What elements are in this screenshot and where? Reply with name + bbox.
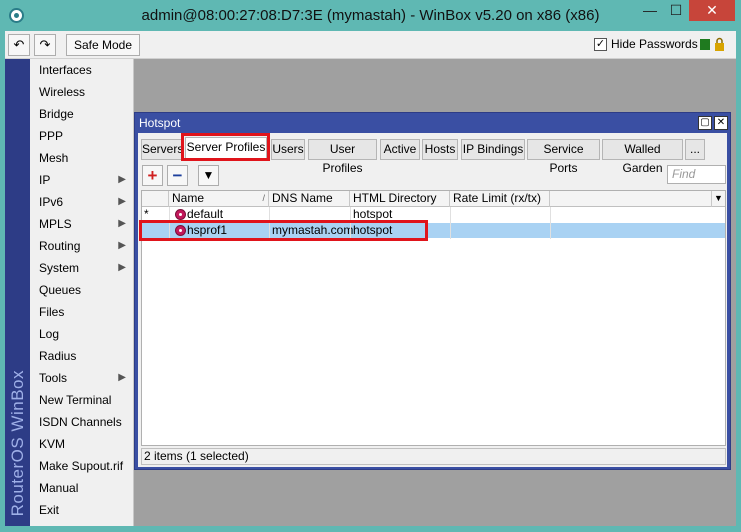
- menu-item-bridge[interactable]: Bridge: [30, 103, 133, 125]
- submenu-arrow-icon: ▶: [118, 262, 126, 273]
- redo-button[interactable]: ↷: [34, 34, 56, 56]
- sort-icon: /: [262, 193, 265, 203]
- column-header-name[interactable]: Name /: [169, 191, 269, 207]
- menu-item-mesh[interactable]: Mesh: [30, 147, 133, 169]
- submenu-arrow-icon: ▶: [118, 196, 126, 207]
- tab-service-ports[interactable]: Service Ports: [527, 139, 600, 175]
- main-menu: Interfaces Wireless Bridge PPP Mesh IP ▶ …: [30, 59, 134, 526]
- tab-highlight-box: [181, 133, 270, 161]
- title-bar: admin@08:00:27:08:D7:3E (mymastah) - Win…: [0, 0, 741, 31]
- menu-item-tools[interactable]: Tools ▶: [30, 367, 133, 389]
- column-header-dns-name[interactable]: DNS Name: [269, 191, 350, 207]
- hotspot-body: Servers Server Profiles Users User Profi…: [138, 133, 727, 467]
- tab-user-profiles[interactable]: User Profiles: [308, 139, 377, 175]
- remove-button[interactable]: −: [167, 165, 188, 186]
- safe-mode-button[interactable]: Safe Mode: [66, 34, 140, 56]
- action-bar: + − ▼: [141, 165, 726, 187]
- column-header-spacer: [550, 191, 712, 207]
- column-divider: [550, 207, 551, 239]
- menu-item-exit[interactable]: Exit: [30, 499, 133, 521]
- hide-passwords-checkbox[interactable]: ✓: [594, 38, 607, 52]
- menu-item-isdn-channels[interactable]: ISDN Channels: [30, 411, 133, 433]
- table-header: Name / DNS Name HTML Directory Rate Limit…: [142, 191, 725, 207]
- menu-item-routing[interactable]: Routing ▶: [30, 235, 133, 257]
- menu-item-manual[interactable]: Manual: [30, 477, 133, 499]
- menu-item-ip[interactable]: IP ▶: [30, 169, 133, 191]
- tab-ip-bindings[interactable]: IP Bindings: [461, 139, 525, 160]
- tab-servers[interactable]: Servers: [141, 139, 183, 160]
- column-divider: [450, 207, 451, 239]
- hotspot-close-button[interactable]: ✕: [714, 116, 728, 130]
- column-header-rate-limit[interactable]: Rate Limit (rx/tx): [450, 191, 550, 207]
- tab-hosts[interactable]: Hosts: [422, 139, 458, 160]
- row-highlight-box: [139, 220, 428, 241]
- menu-item-log[interactable]: Log: [30, 323, 133, 345]
- menu-item-interfaces[interactable]: Interfaces: [30, 59, 133, 81]
- filter-icon[interactable]: ▼: [198, 165, 219, 186]
- menu-item-files[interactable]: Files: [30, 301, 133, 323]
- brand-text: RouterOS WinBox: [8, 369, 27, 516]
- submenu-arrow-icon: ▶: [118, 174, 126, 185]
- menu-item-kvm[interactable]: KVM: [30, 433, 133, 455]
- submenu-arrow-icon: ▶: [118, 372, 126, 383]
- menu-item-radius[interactable]: Radius: [30, 345, 133, 367]
- minimize-button[interactable]: —: [637, 0, 663, 21]
- tab-more[interactable]: ...: [685, 139, 705, 160]
- menu-item-mpls[interactable]: MPLS ▶: [30, 213, 133, 235]
- submenu-arrow-icon: ▶: [118, 240, 126, 251]
- lock-icon: [715, 37, 724, 51]
- restore-button[interactable]: ▢: [698, 116, 712, 130]
- menu-item-make-supout[interactable]: Make Supout.rif: [30, 455, 133, 477]
- menu-item-ppp[interactable]: PPP: [30, 125, 133, 147]
- find-input[interactable]: Find: [667, 165, 726, 184]
- close-button[interactable]: ✕: [689, 0, 735, 21]
- status-bar: 2 items (1 selected): [141, 448, 726, 465]
- tab-active[interactable]: Active: [380, 139, 420, 160]
- connection-status-icon: [700, 39, 710, 50]
- hide-passwords-toggle[interactable]: ✓ Hide Passwords: [594, 37, 698, 52]
- undo-button[interactable]: ↶: [8, 34, 30, 56]
- menu-item-new-terminal[interactable]: New Terminal: [30, 389, 133, 411]
- hide-passwords-label: Hide Passwords: [611, 37, 698, 51]
- menu-item-wireless[interactable]: Wireless: [30, 81, 133, 103]
- column-header-html-directory[interactable]: HTML Directory: [350, 191, 450, 207]
- column-menu-icon[interactable]: ▼: [712, 191, 725, 207]
- hotspot-window: Hotspot ▢ ✕ Servers Server Profiles User…: [134, 112, 731, 470]
- menu-item-ipv6[interactable]: IPv6 ▶: [30, 191, 133, 213]
- add-button[interactable]: +: [142, 165, 163, 186]
- tab-users[interactable]: Users: [271, 139, 305, 160]
- window-title: admin@08:00:27:08:D7:3E (mymastah) - Win…: [141, 7, 600, 24]
- hotspot-window-title: Hotspot: [139, 116, 181, 130]
- flag-column-header: [142, 191, 169, 207]
- menu-item-system[interactable]: System ▶: [30, 257, 133, 279]
- tab-walled-garden[interactable]: Walled Garden: [602, 139, 683, 175]
- menu-item-queues[interactable]: Queues: [30, 279, 133, 301]
- submenu-arrow-icon: ▶: [118, 218, 126, 229]
- maximize-button[interactable]: ☐: [663, 0, 689, 21]
- toolbar: ↶ ↷ Safe Mode ✓ Hide Passwords: [5, 31, 736, 59]
- profile-icon: [175, 209, 186, 220]
- brand-bar: RouterOS WinBox: [5, 59, 30, 526]
